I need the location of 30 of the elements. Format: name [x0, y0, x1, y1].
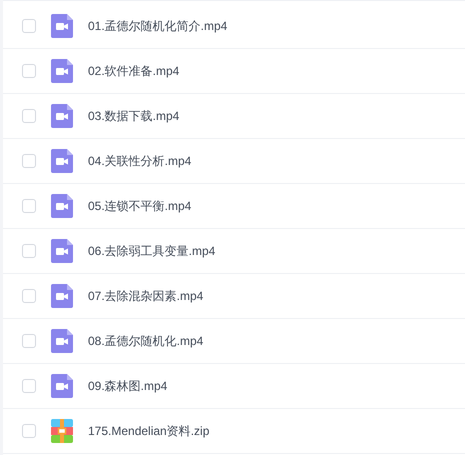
file-name[interactable]: 02.软件准备.mp4 [88, 62, 180, 80]
archive-file-icon [51, 419, 73, 443]
file-name[interactable]: 01.孟德尔随机化简介.mp4 [88, 17, 228, 35]
checkbox[interactable] [22, 199, 36, 213]
checkbox[interactable] [22, 19, 36, 33]
file-name[interactable]: 03.数据下载.mp4 [88, 107, 180, 125]
video-file-icon [51, 194, 73, 218]
checkbox[interactable] [22, 244, 36, 258]
video-file-icon [51, 284, 73, 308]
checkbox[interactable] [22, 424, 36, 438]
video-file-icon [51, 374, 73, 398]
video-file-icon [51, 59, 73, 83]
file-name[interactable]: 175.Mendelian资料.zip [88, 422, 210, 440]
video-file-icon [51, 104, 73, 128]
checkbox[interactable] [22, 64, 36, 78]
file-name[interactable]: 07.去除混杂因素.mp4 [88, 287, 204, 305]
checkbox[interactable] [22, 154, 36, 168]
file-name[interactable]: 08.孟德尔随机化.mp4 [88, 332, 204, 350]
checkbox[interactable] [22, 289, 36, 303]
file-name[interactable]: 06.去除弱工具变量.mp4 [88, 242, 216, 260]
checkbox[interactable] [22, 379, 36, 393]
checkbox[interactable] [22, 109, 36, 123]
video-file-icon [51, 239, 73, 263]
file-name[interactable]: 04.关联性分析.mp4 [88, 152, 192, 170]
video-file-icon [51, 14, 73, 38]
checkbox[interactable] [22, 334, 36, 348]
file-name[interactable]: 05.连锁不平衡.mp4 [88, 197, 192, 215]
video-file-icon [51, 329, 73, 353]
file-name[interactable]: 09.森林图.mp4 [88, 377, 168, 395]
video-file-icon [51, 149, 73, 173]
